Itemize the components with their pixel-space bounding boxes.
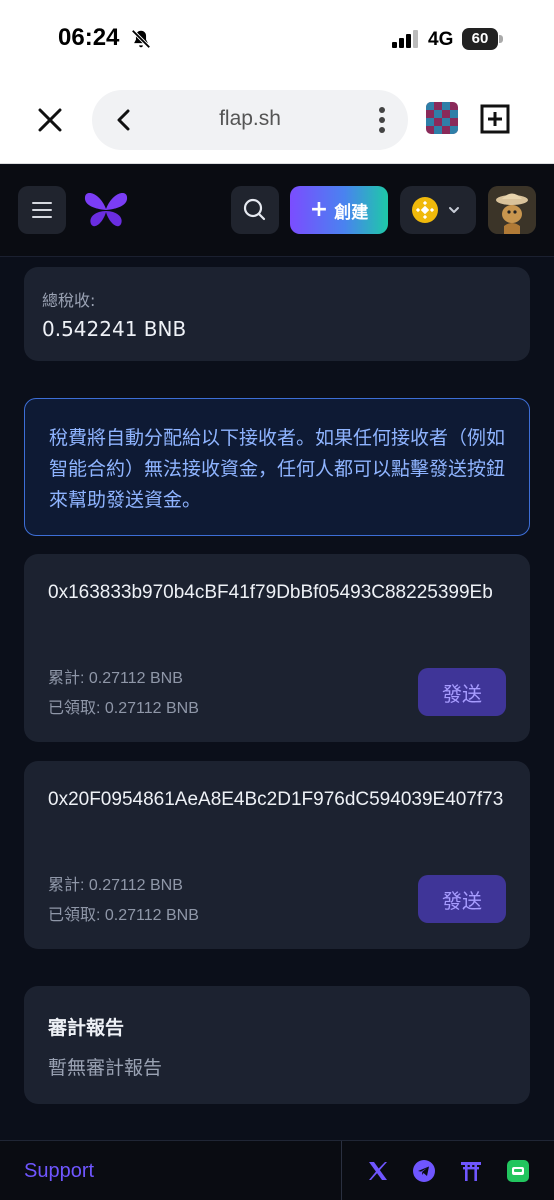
app-header: + 創建 — [0, 165, 554, 257]
search-icon — [243, 198, 266, 221]
footer-divider — [341, 1141, 342, 1200]
total-tax-card: 總稅收: 0.542241 BNB — [24, 267, 530, 361]
battery-level: 60 — [471, 30, 489, 47]
receiver-address: 0x20F0954861AeA8E4Bc2D1F976dC594039E407f… — [48, 789, 504, 810]
browser-bar: flap.sh — [0, 80, 554, 164]
search-button[interactable] — [231, 186, 279, 234]
receiver-card: 0x163833b970b4cBF41f79DbBf05493C88225399… — [24, 554, 530, 742]
distribution-notice: 稅費將自動分配給以下接收者。如果任何接收者（例如智能合約）無法接收資金，任何人都… — [24, 398, 530, 536]
torii-gate-icon[interactable] — [459, 1159, 483, 1183]
site-favicon-icon[interactable] — [426, 102, 458, 134]
send-button[interactable]: 發送 — [418, 875, 506, 923]
support-link[interactable]: Support — [24, 1160, 94, 1183]
hamburger-icon — [32, 202, 52, 218]
x-icon[interactable] — [366, 1159, 390, 1183]
receiver-card: 0x20F0954861AeA8E4Bc2D1F976dC594039E407f… — [24, 761, 530, 949]
plus-icon: + — [309, 197, 329, 222]
receiver-address: 0x163833b970b4cBF41f79DbBf05493C88225399… — [48, 582, 493, 603]
audit-title: 審計報告 — [48, 1017, 125, 1039]
network-label: 4G — [428, 29, 454, 50]
bell-off-icon — [131, 29, 151, 49]
audit-empty-text: 暫無審計報告 — [48, 1057, 163, 1079]
close-icon[interactable] — [34, 104, 66, 136]
url-bar[interactable]: flap.sh — [92, 90, 408, 150]
total-tax-value: 0.542241 BNB — [42, 317, 187, 341]
total-tax-label: 總稅收: — [42, 291, 96, 310]
status-time: 06:24 — [58, 24, 120, 51]
receiver-claimed: 已領取: 0.27112 BNB — [48, 907, 199, 924]
footer: Support — [0, 1140, 554, 1200]
bnb-icon — [412, 197, 438, 223]
more-vertical-icon[interactable] — [378, 106, 386, 134]
send-button[interactable]: 發送 — [418, 668, 506, 716]
chevron-down-icon — [449, 207, 459, 213]
receiver-accumulated: 累計: 0.27112 BNB — [48, 670, 183, 687]
status-bar: 06:24 4G 60 — [0, 0, 554, 80]
receiver-accumulated: 累計: 0.27112 BNB — [48, 877, 183, 894]
menu-button[interactable] — [18, 186, 66, 234]
telegram-icon[interactable] — [412, 1159, 436, 1183]
new-tab-icon[interactable] — [480, 104, 510, 134]
chain-selector[interactable] — [400, 186, 476, 234]
battery-icon: 60 — [462, 28, 504, 50]
butterfly-logo-icon[interactable] — [82, 189, 130, 231]
audit-report-card: 審計報告 暫無審計報告 — [24, 986, 530, 1104]
notice-text: 稅費將自動分配給以下接收者。如果任何接收者（例如智能合約）無法接收資金，任何人都… — [49, 427, 506, 511]
main-content: 總稅收: 0.542241 BNB 稅費將自動分配給以下接收者。如果任何接收者（… — [0, 258, 554, 1140]
chat-icon[interactable] — [506, 1159, 530, 1183]
url-text: flap.sh — [219, 107, 281, 130]
signal-icon — [392, 30, 418, 48]
create-label: 創建 — [334, 202, 369, 223]
user-avatar[interactable] — [488, 186, 536, 234]
receiver-claimed: 已領取: 0.27112 BNB — [48, 700, 199, 717]
create-button[interactable]: + 創建 — [290, 186, 388, 234]
